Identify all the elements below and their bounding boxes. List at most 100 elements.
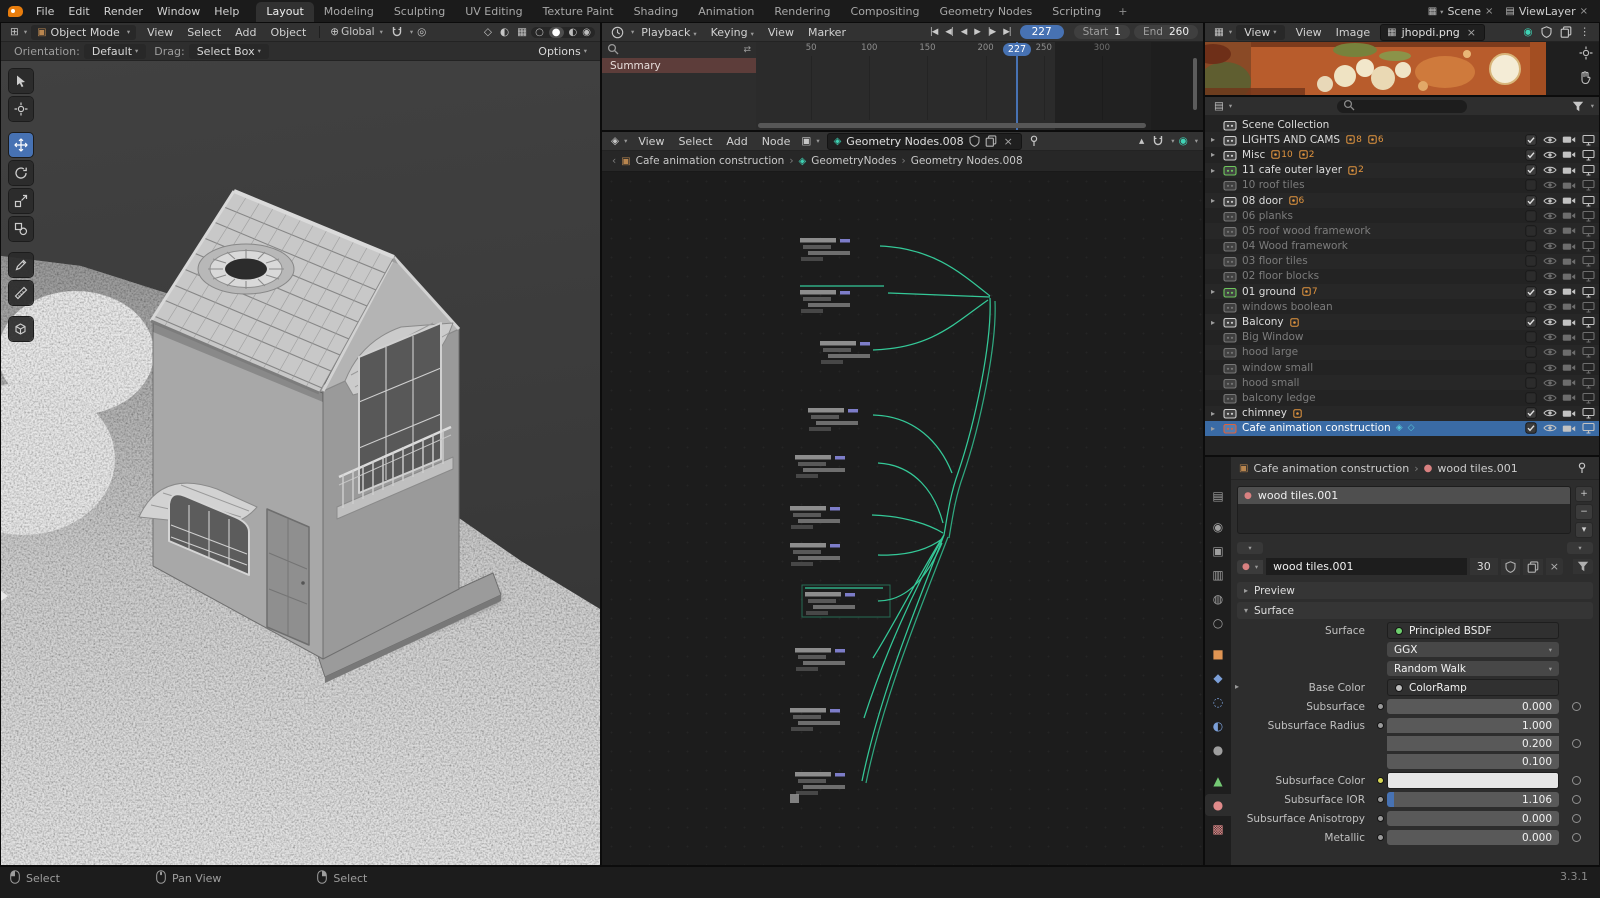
outliner-row[interactable]: balcony ledge [1205,390,1599,405]
shading-rendered-icon[interactable]: ◉ [582,27,591,38]
topbar-menu-file[interactable]: File [29,5,61,18]
outliner-row[interactable]: ▸ 01 ground 7 [1205,284,1599,299]
disclosure-triangle-icon[interactable]: ▸ [1211,318,1223,327]
eye-icon[interactable] [1543,408,1557,418]
checkbox-icon[interactable] [1524,134,1538,146]
disclosure-triangle-icon[interactable]: ▸ [1211,409,1223,418]
fake-user-shield-icon[interactable] [1500,558,1520,575]
unlink-icon[interactable]: × [1465,26,1478,39]
fake-user-shield-icon[interactable] [1537,26,1556,38]
property-widget[interactable]: 1.106 [1387,792,1559,807]
cursor-tool-icon[interactable] [1579,46,1593,63]
proportional-editing-icon[interactable]: ◎ [413,26,430,38]
camera-icon[interactable] [1562,423,1576,434]
eye-icon[interactable] [1543,135,1557,145]
surface-panel-header[interactable]: ▾ Surface [1237,602,1593,619]
eye-icon[interactable] [1543,165,1557,175]
tab-world[interactable]: ○ [1205,612,1231,634]
transform-tool-icon[interactable] [9,217,33,241]
property-widget[interactable]: 0.000 [1387,699,1559,714]
camera-icon[interactable] [1562,347,1576,358]
property-widget[interactable]: GGX ▾ [1387,642,1559,657]
disclosure-triangle-icon[interactable]: ▸ [1211,150,1223,159]
topbar-menu-window[interactable]: Window [150,5,207,18]
workspace-tab-texture-paint[interactable]: Texture Paint [533,2,624,22]
eye-icon[interactable] [1543,332,1557,342]
checkbox-icon[interactable] [1524,149,1538,161]
breadcrumb-object[interactable]: Cafe animation construction [636,155,785,167]
monitor-icon[interactable] [1581,134,1595,146]
annotate-tool-icon[interactable] [9,253,33,277]
keyframe-lane[interactable]: 50 100 150 200 250 300 227 [756,42,1203,130]
current-frame-field[interactable]: 227 [1019,25,1064,39]
shading-material-icon[interactable]: ◐ [569,27,578,38]
tab-object[interactable]: ■ [1205,643,1231,665]
image-editor[interactable]: ▦ ▾ View ▾ View Image ▦ jhopdi.png × ◉ ⋮ [1204,22,1600,96]
workspace-tab-compositing[interactable]: Compositing [841,2,930,22]
slot-specials-button[interactable]: ▾ [1575,522,1593,538]
node-menu-node[interactable]: Node [755,135,798,148]
breadcrumb-modifier[interactable]: GeometryNodes [811,155,896,167]
tab-physics[interactable]: ◐ [1205,715,1231,737]
horizontal-scrollbar[interactable] [758,123,1146,128]
viewport-canvas[interactable] [1,61,600,865]
workspace-tab-rendering[interactable]: Rendering [764,2,840,22]
eye-icon[interactable] [1543,211,1557,221]
property-widget[interactable] [1387,772,1559,789]
view-layer-unlink-icon[interactable]: × [1580,6,1588,17]
remove-slot-button[interactable]: − [1575,504,1593,520]
move-tool-icon[interactable] [9,133,33,157]
orientation-dropdown[interactable]: Default ▾ [83,43,147,59]
monitor-icon[interactable] [1581,316,1595,328]
monitor-icon[interactable] [1581,422,1595,434]
material-name-field[interactable]: wood tiles.001 [1266,558,1467,575]
checkbox-icon[interactable] [1524,346,1538,359]
camera-icon[interactable] [1562,271,1576,282]
jump-to-start-button[interactable]: |◀ [927,27,940,37]
viewport-menu-object[interactable]: Object [263,26,313,39]
measure-tool-icon[interactable] [9,281,33,305]
next-keyframe-button[interactable]: |▶ [985,27,998,37]
add-cube-tool-icon[interactable] [9,317,33,341]
monitor-icon[interactable] [1581,210,1595,222]
camera-icon[interactable] [1562,256,1576,267]
drag-dropdown[interactable]: Select Box ▾ [188,43,269,59]
outliner-row[interactable]: ▸ chimney [1205,406,1599,421]
rotate-tool-icon[interactable] [9,161,33,185]
monitor-icon[interactable] [1581,240,1595,252]
snapping-icon[interactable] [1148,135,1168,147]
eye-icon[interactable] [1543,317,1557,327]
monitor-icon[interactable] [1581,392,1595,404]
disclosure-triangle-icon[interactable]: ▸ [1211,135,1223,144]
pin-icon[interactable] [1025,135,1043,147]
copy-icon[interactable] [1556,26,1576,38]
checkbox-icon[interactable] [1524,331,1538,343]
camera-icon[interactable] [1562,332,1576,343]
new-material-copy-icon[interactable] [1522,558,1543,575]
scene-browse-icon[interactable]: ▦ ▾ [1428,6,1444,17]
checkbox-icon[interactable] [1524,407,1538,419]
render-slot-icon[interactable]: ◉ [1519,26,1536,38]
tab-scene[interactable]: ◍ [1205,588,1231,610]
monitor-icon[interactable] [1581,195,1595,207]
editor-type-icon[interactable]: ⊞ ▾ [6,26,31,38]
editor-type-icon[interactable] [607,26,628,39]
monitor-icon[interactable] [1581,255,1595,267]
eye-icon[interactable] [1543,423,1557,433]
property-widget[interactable]: Random Walk ▾ [1387,661,1559,676]
property-widget[interactable]: ColorRamp [1387,679,1559,696]
checkbox-icon[interactable] [1524,194,1538,207]
camera-icon[interactable] [1562,225,1576,236]
checkbox-icon[interactable] [1524,316,1538,328]
workspace-tab-sculpting[interactable]: Sculpting [384,2,455,22]
scene-selector[interactable]: ▦ ▾ Scene × [1424,4,1498,19]
checkbox-icon[interactable] [1524,285,1538,298]
camera-icon[interactable] [1562,317,1576,328]
checkbox-icon[interactable] [1524,377,1538,389]
monitor-icon[interactable] [1581,179,1595,191]
camera-icon[interactable] [1562,165,1576,176]
camera-icon[interactable] [1562,362,1576,373]
disclosure-triangle-icon[interactable]: ▸ [1211,424,1223,433]
timeline-menu-marker[interactable]: Marker [801,26,853,39]
outliner-row[interactable]: 02 floor blocks [1205,269,1599,284]
